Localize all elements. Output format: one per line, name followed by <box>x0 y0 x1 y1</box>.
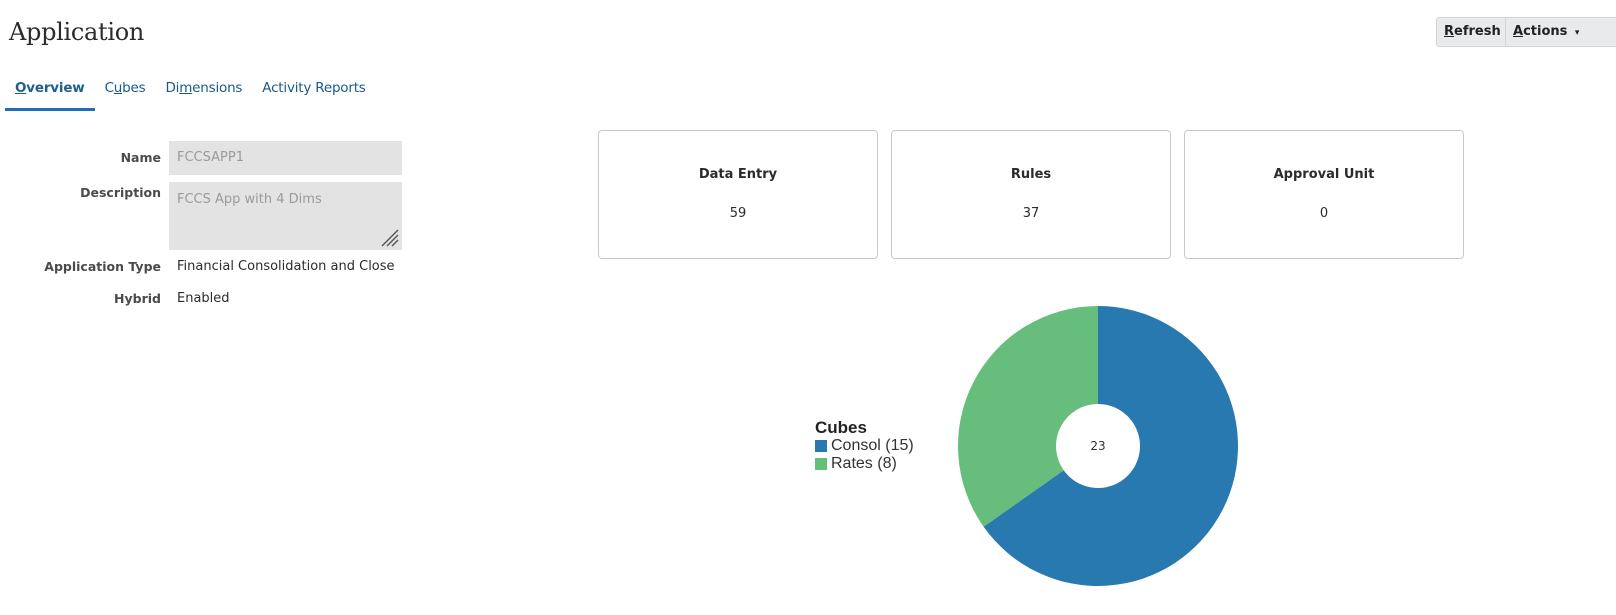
legend-title: Cubes <box>815 418 867 437</box>
tab-bar: Overview Cubes Dimensions Activity Repor… <box>5 72 376 111</box>
application-type-value: Financial Consolidation and Close <box>177 259 395 274</box>
card-title: Rules <box>1010 167 1052 182</box>
chevron-down-icon: ▾ <box>1574 28 1580 38</box>
refresh-label-rest: efresh <box>1454 24 1501 39</box>
tab-dimensions[interactable]: Dimensions <box>155 72 252 110</box>
hybrid-value: Enabled <box>177 291 230 306</box>
name-label: Name <box>120 150 161 165</box>
description-label: Description <box>80 185 161 200</box>
approval-unit-card[interactable]: Approval Unit 0 <box>1184 130 1464 259</box>
data-entry-card[interactable]: Data Entry 59 <box>598 130 878 259</box>
tab-label: Activity Reports <box>262 80 366 96</box>
resize-grip-icon[interactable] <box>379 227 399 247</box>
page-title: Application <box>9 18 145 46</box>
application-type-label: Application Type <box>44 259 161 274</box>
hybrid-label: Hybrid <box>114 291 161 306</box>
card-title: Approval Unit <box>1273 167 1375 182</box>
rules-card[interactable]: Rules 37 <box>891 130 1171 259</box>
card-value: 37 <box>1022 206 1040 221</box>
actions-accesskey: A <box>1513 24 1524 39</box>
actions-menu-button[interactable]: Actions ▾ <box>1505 17 1616 47</box>
tab-overview[interactable]: Overview <box>5 72 95 111</box>
tab-activity-reports[interactable]: Activity Reports <box>252 72 375 110</box>
tab-label: C <box>104 80 114 96</box>
refresh-accesskey: R <box>1444 24 1455 39</box>
refresh-button[interactable]: Refresh <box>1436 17 1509 47</box>
tab-accesskey: u <box>113 80 123 96</box>
tab-accesskey: O <box>15 80 27 96</box>
tab-label: verview <box>26 80 85 96</box>
description-field[interactable]: FCCS App with 4 Dims <box>169 182 402 250</box>
chart-legend: Cubes Consol (15) Rates (8) <box>815 418 914 473</box>
tab-label: Di <box>165 80 180 96</box>
tab-label: ensions <box>192 80 243 96</box>
legend-swatch-rates <box>815 458 827 470</box>
card-value: 59 <box>729 206 747 221</box>
tab-label: bes <box>122 80 146 96</box>
tab-cubes[interactable]: Cubes <box>95 72 156 110</box>
actions-label-rest: ctions <box>1523 24 1568 39</box>
name-field[interactable]: FCCSAPP1 <box>169 141 402 175</box>
legend-label: Rates (8) <box>831 455 897 472</box>
donut-center-total: 23 <box>1090 439 1105 453</box>
description-value: FCCS App with 4 Dims <box>177 192 322 207</box>
legend-label: Consol (15) <box>831 437 914 454</box>
card-value: 0 <box>1319 206 1329 221</box>
legend-item-rates[interactable]: Rates (8) <box>815 455 914 473</box>
legend-item-consol[interactable]: Consol (15) <box>815 437 914 455</box>
card-title: Data Entry <box>698 167 778 182</box>
legend-swatch-consol <box>815 440 827 452</box>
cubes-donut-chart: 23 <box>958 306 1238 586</box>
tab-accesskey: m <box>179 80 193 96</box>
